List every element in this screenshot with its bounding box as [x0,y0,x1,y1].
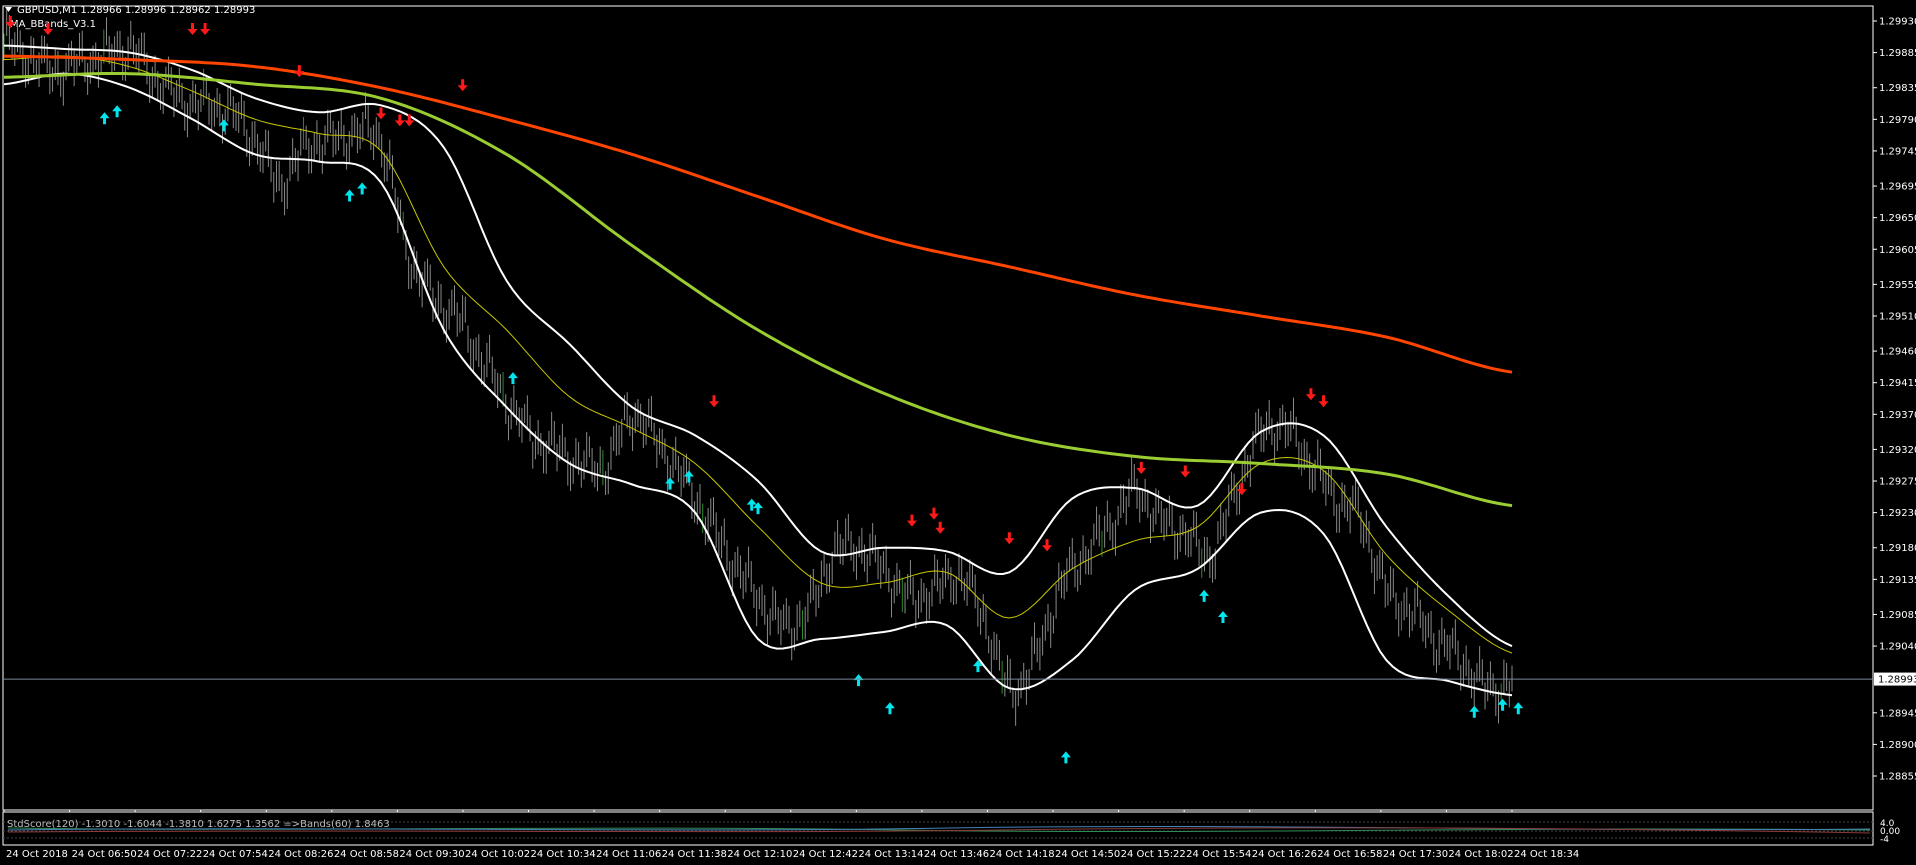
y-tick-label: 1.28900 [1879,740,1916,751]
y-tick-label: 1.29415 [1879,378,1916,389]
y-tick-label: 1.29555 [1879,280,1916,291]
x-tick-label: 24 Oct 16:58 [1317,849,1382,860]
y-tick-label: 1.29460 [1879,347,1916,358]
x-tick-label: 24 Oct 11:06 [596,849,661,860]
x-tick-label: 24 Oct 16:26 [1252,849,1317,860]
y-tick-label: 1.29510 [1879,311,1916,322]
current-price-label: 1.28993 [1878,675,1916,686]
x-tick-label: 24 Oct 09:30 [399,849,464,860]
x-tick-label: 24 Oct 14:50 [1055,849,1120,860]
y-tick-label: 1.29230 [1879,508,1916,519]
indicator-name: MA_BBands_V3.1 [10,19,96,30]
x-tick-label: 24 Oct 13:14 [858,849,923,860]
mt4-chart-window[interactable]: GBPUSD,M1 1.28966 1.28996 1.28962 1.2899… [0,0,1916,865]
x-tick-label: 24 Oct 08:26 [268,849,333,860]
y-tick-label: 1.29320 [1879,445,1916,456]
x-tick-label: 24 Oct 10:02 [465,849,530,860]
y-tick-label: 1.28855 [1879,772,1916,783]
chart-background [0,0,1916,865]
x-tick-label: 24 Oct 07:22 [137,849,202,860]
symbol-quote-line: GBPUSD,M1 1.28966 1.28996 1.28962 1.2899… [17,5,255,16]
x-tick-label: 24 Oct 10:34 [531,849,596,860]
x-tick-label: 24 Oct 17:30 [1383,849,1448,860]
x-tick-label: 24 Oct 13:46 [924,849,989,860]
x-tick-label: 24 Oct 08:58 [334,849,399,860]
y-tick-label: 1.29790 [1879,115,1916,126]
y-tick-label: 1.29135 [1879,575,1916,586]
y-tick-label: 1.29930 [1879,17,1916,28]
y-tick-label: 1.29275 [1879,477,1916,488]
x-tick-label: 24 Oct 18:34 [1514,849,1579,860]
x-tick-label: 24 Oct 11:38 [662,849,727,860]
y-tick-label: 1.28945 [1879,708,1916,719]
y-tick-label: 1.29650 [1879,213,1916,224]
y-tick-label: 1.29180 [1879,543,1916,554]
x-tick-label: 24 Oct 15:22 [1121,849,1186,860]
subwindow-label: StdScore(120) -1.3010 -1.6044 -1.3810 1.… [7,819,390,830]
y-tick-label: 1.29040 [1879,642,1916,653]
y-tick-label: 1.29745 [1879,146,1916,157]
y-tick-label: 1.29605 [1879,245,1916,256]
x-tick-label: 24 Oct 06:50 [72,849,137,860]
x-tick-label: 24 Oct 15:54 [1186,849,1251,860]
x-tick-label: 24 Oct 12:42 [793,849,858,860]
y-tick-label: 1.29085 [1879,610,1916,621]
x-tick-label: 24 Oct 07:54 [203,849,268,860]
y-tick-label: 1.29835 [1879,83,1916,94]
y-tick-label: 1.29695 [1879,182,1916,193]
x-tick-label: 24 Oct 14:18 [989,849,1054,860]
x-tick-label: 24 Oct 2018 [6,849,68,860]
y-tick-label: 1.29885 [1879,48,1916,59]
price-chart[interactable]: GBPUSD,M1 1.28966 1.28996 1.28962 1.2899… [0,0,1916,865]
stdscore-subwindow[interactable]: StdScore(120) -1.3010 -1.6044 -1.3810 1.… [2,811,1900,846]
x-tick-label: 24 Oct 12:10 [727,849,792,860]
x-tick-label: 24 Oct 18:02 [1448,849,1513,860]
subwindow-axis-bottom: -4 [1880,835,1889,845]
y-tick-label: 1.29370 [1879,410,1916,421]
